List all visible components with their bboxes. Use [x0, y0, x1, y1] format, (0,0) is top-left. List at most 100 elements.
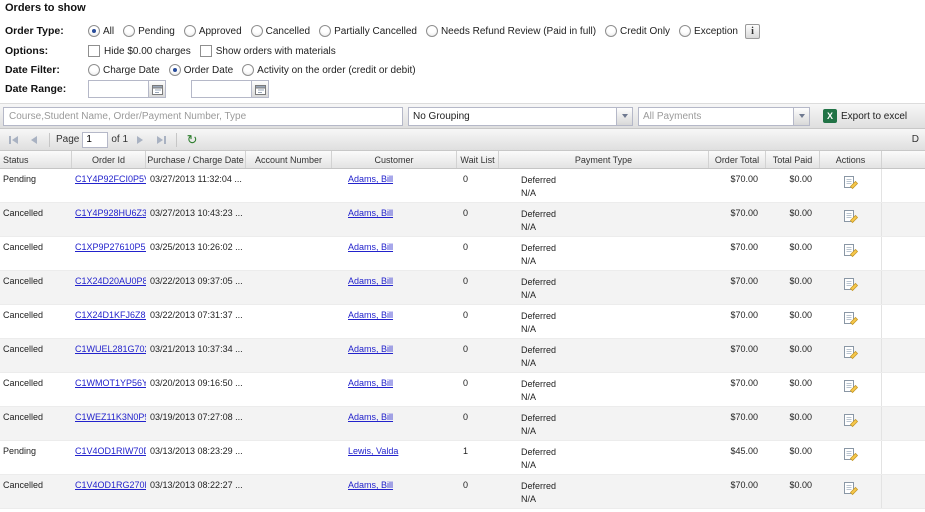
table-row[interactable]: Pending C1Y4P92FCI0P5V6 03/27/2013 11:32…: [0, 169, 925, 203]
payments-dropdown[interactable]: All Payments: [638, 107, 810, 126]
column-header[interactable]: Actions: [820, 151, 882, 168]
payment-type-cell: Deferred N/A: [499, 203, 709, 236]
payment-type-line2: N/A: [521, 357, 709, 370]
column-header[interactable]: Order Id: [72, 151, 146, 168]
toolbar-separator: [176, 133, 177, 147]
page-number-input[interactable]: [82, 132, 108, 148]
actions-cell: [820, 441, 882, 474]
column-header[interactable]: Status: [0, 151, 72, 168]
column-header[interactable]: Total Paid: [766, 151, 820, 168]
export-to-excel-button[interactable]: X Export to excel: [818, 106, 912, 126]
order-type-radio[interactable]: Credit Only: [605, 25, 670, 37]
option-checkbox[interactable]: Hide $0.00 charges: [88, 45, 191, 57]
option-checkbox[interactable]: Show orders with materials: [200, 45, 336, 57]
table-row[interactable]: Cancelled C1WMOT1YP56YT24 03/20/2013 09:…: [0, 373, 925, 407]
edit-order-icon[interactable]: [843, 242, 859, 258]
refresh-icon: ↻: [187, 132, 198, 148]
order-type-radio[interactable]: Exception: [679, 25, 738, 37]
table-row[interactable]: Cancelled C1WEZ11K3N0P9H1 03/19/2013 07:…: [0, 407, 925, 441]
next-page-button[interactable]: [131, 131, 149, 149]
customer-link[interactable]: Adams, Bill: [348, 310, 393, 320]
date-filter-radio[interactable]: Charge Date: [88, 64, 160, 76]
edit-order-icon[interactable]: [843, 174, 859, 190]
customer-link[interactable]: Adams, Bill: [348, 480, 393, 490]
payment-type-line2: N/A: [521, 459, 709, 472]
order-type-radio[interactable]: Partially Cancelled: [319, 25, 417, 37]
order-id-link[interactable]: C1WUEL281G702HG: [75, 344, 146, 354]
column-header[interactable]: Payment Type: [499, 151, 709, 168]
previous-page-button[interactable]: [25, 131, 43, 149]
order-id-link[interactable]: C1V4OD1RG270HRA: [75, 480, 146, 490]
payment-type-line1: Deferred: [521, 208, 709, 221]
column-header[interactable]: Purchase / Charge Date: [146, 151, 246, 168]
table-row[interactable]: Cancelled C1V4OD1RG270HRA 03/13/2013 08:…: [0, 475, 925, 509]
chevron-down-icon[interactable]: [793, 107, 810, 126]
customer-link[interactable]: Adams, Bill: [348, 344, 393, 354]
edit-order-icon[interactable]: [843, 378, 859, 394]
info-icon[interactable]: i: [745, 24, 760, 39]
customer-link[interactable]: Lewis, Valda: [348, 446, 398, 456]
edit-order-icon[interactable]: [843, 276, 859, 292]
order-type-radio[interactable]: All: [88, 25, 114, 37]
order-id-link[interactable]: C1WEZ11K3N0P9H1: [75, 412, 146, 422]
edit-order-icon[interactable]: [843, 412, 859, 428]
date-filter-radio[interactable]: Activity on the order (credit or debit): [242, 64, 415, 76]
column-header[interactable]: Account Number: [246, 151, 332, 168]
wait-list-cell: 0: [457, 373, 499, 406]
search-input[interactable]: [3, 107, 403, 126]
order-id-link[interactable]: C1XP9P27610P51Z: [75, 242, 146, 252]
calendar-trigger-button[interactable]: [148, 80, 166, 98]
first-page-icon: [9, 136, 11, 144]
column-header[interactable]: Order Total: [709, 151, 766, 168]
payment-type-line1: Deferred: [521, 480, 709, 493]
order-type-radio[interactable]: Cancelled: [251, 25, 310, 37]
order-total-cell: $70.00: [709, 475, 766, 508]
customer-link[interactable]: Adams, Bill: [348, 378, 393, 388]
payment-type-line1: Deferred: [521, 276, 709, 289]
date-from-input[interactable]: [88, 80, 148, 98]
last-page-button[interactable]: [152, 131, 170, 149]
wait-list-cell: 0: [457, 203, 499, 236]
date-filter-radio[interactable]: Order Date: [169, 64, 233, 76]
purchase-date-cell: 03/25/2013 10:26:02 ...: [146, 237, 246, 270]
customer-link[interactable]: Adams, Bill: [348, 208, 393, 218]
grouping-dropdown[interactable]: No Grouping: [408, 107, 633, 126]
edit-order-icon[interactable]: [843, 480, 859, 496]
account-number-cell: [246, 339, 332, 372]
edit-order-icon[interactable]: [843, 446, 859, 462]
chevron-down-icon[interactable]: [616, 107, 633, 126]
column-header[interactable]: Wait List: [457, 151, 499, 168]
table-row[interactable]: Cancelled C1WUEL281G702HG 03/21/2013 10:…: [0, 339, 925, 373]
order-id-link[interactable]: C1WMOT1YP56YT24: [75, 378, 146, 388]
table-row[interactable]: Cancelled C1Y4P928HU6Z3R6 03/27/2013 10:…: [0, 203, 925, 237]
customer-link[interactable]: Adams, Bill: [348, 242, 393, 252]
edit-order-icon[interactable]: [843, 310, 859, 326]
order-id-link[interactable]: C1Y4P92FCI0P5V6: [75, 174, 146, 184]
table-row[interactable]: Cancelled C1X24D20AU0P87C 03/22/2013 09:…: [0, 271, 925, 305]
edit-order-icon[interactable]: [843, 208, 859, 224]
customer-link[interactable]: Adams, Bill: [348, 276, 393, 286]
table-row[interactable]: Cancelled C1X24D1KFJ6Z85V 03/22/2013 07:…: [0, 305, 925, 339]
edit-order-icon[interactable]: [843, 344, 859, 360]
order-type-radio[interactable]: Pending: [123, 25, 175, 37]
first-page-button[interactable]: [4, 131, 22, 149]
customer-link[interactable]: Adams, Bill: [348, 174, 393, 184]
status-cell: Pending: [0, 169, 72, 202]
column-header[interactable]: Customer: [332, 151, 457, 168]
order-type-radio[interactable]: Needs Refund Review (Paid in full): [426, 25, 596, 37]
order-id-link[interactable]: C1V4OD1RIW70D1W: [75, 446, 146, 456]
order-id-link[interactable]: C1Y4P928HU6Z3R6: [75, 208, 146, 218]
customer-cell: Adams, Bill: [332, 475, 457, 508]
table-row[interactable]: Pending C1V4OD1RIW70D1W 03/13/2013 08:23…: [0, 441, 925, 475]
customer-link[interactable]: Adams, Bill: [348, 412, 393, 422]
status-cell: Cancelled: [0, 203, 72, 236]
radio-icon: [169, 64, 181, 76]
table-row[interactable]: Cancelled C1XP9P27610P51Z 03/25/2013 10:…: [0, 237, 925, 271]
calendar-trigger-button[interactable]: [251, 80, 269, 98]
refresh-button[interactable]: ↻: [183, 131, 201, 149]
order-id-cell: C1X24D20AU0P87C: [72, 271, 146, 304]
order-id-link[interactable]: C1X24D20AU0P87C: [75, 276, 146, 286]
order-type-radio[interactable]: Approved: [184, 25, 242, 37]
order-id-link[interactable]: C1X24D1KFJ6Z85V: [75, 310, 146, 320]
date-to-input[interactable]: [191, 80, 251, 98]
